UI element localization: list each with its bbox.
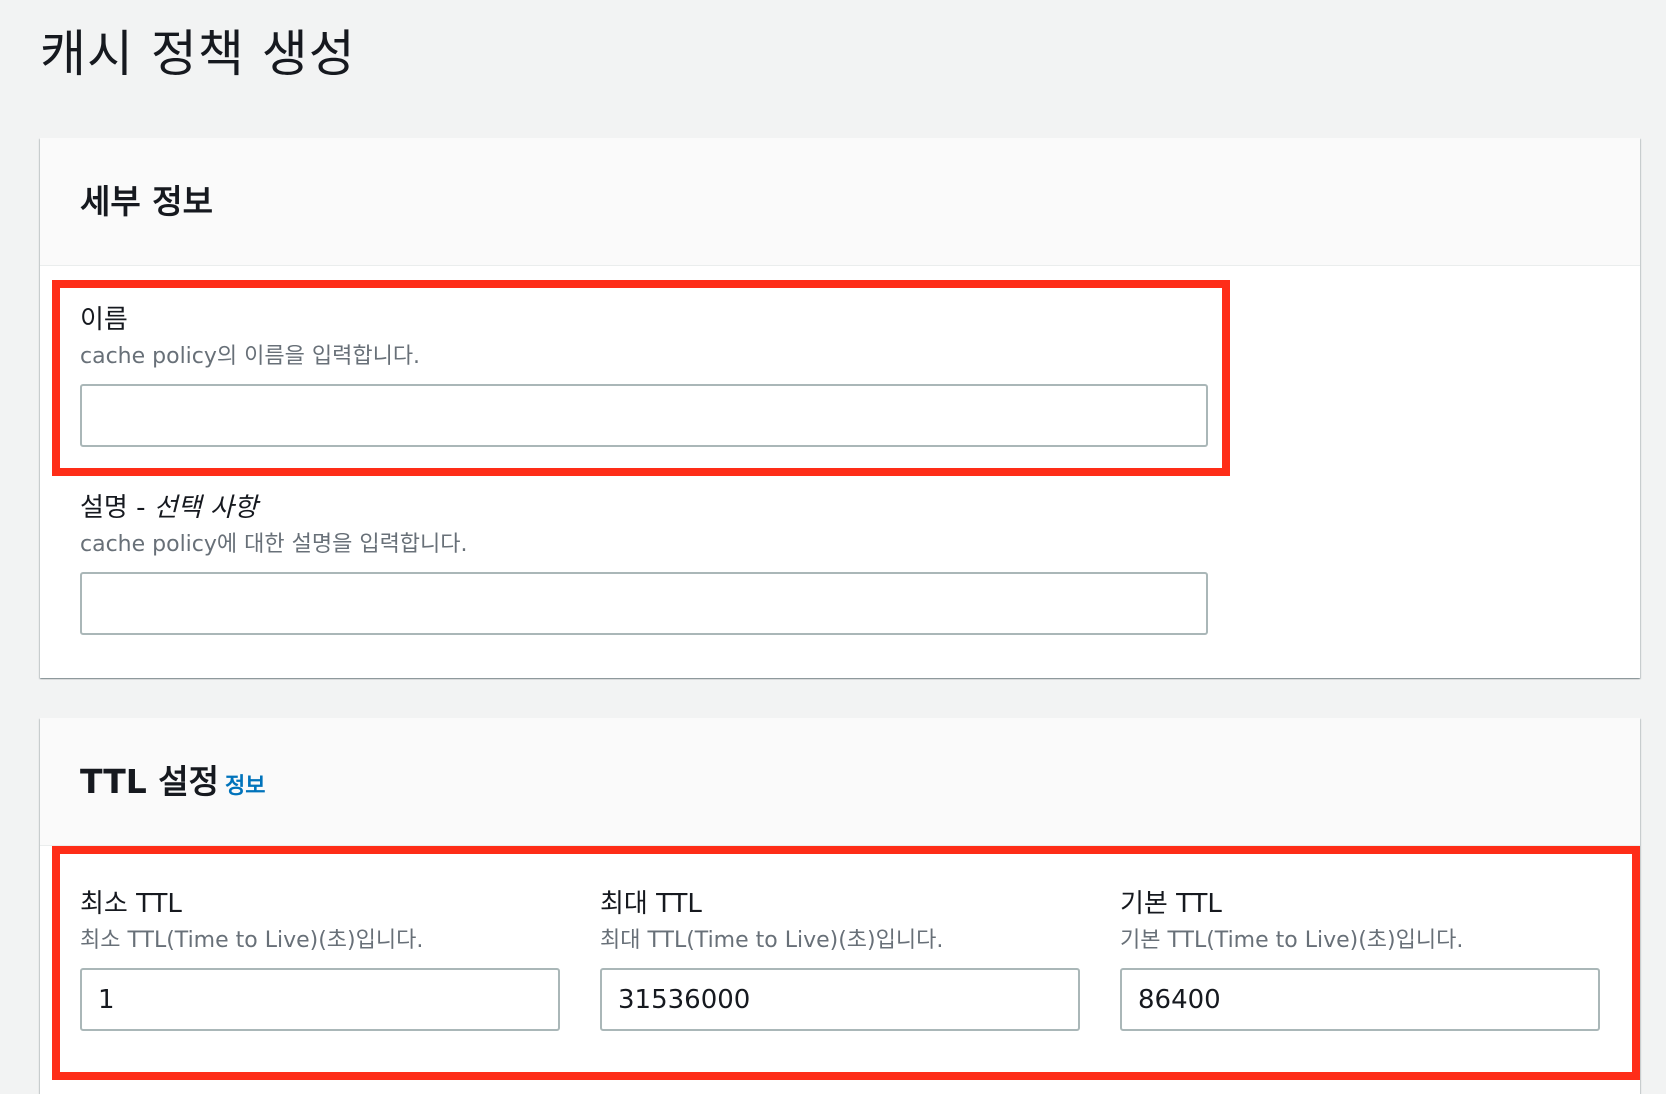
description-field: 설명 - 선택 사항 cache policy에 대한 설명을 입력합니다. xyxy=(80,490,1208,635)
name-label: 이름 xyxy=(80,305,128,335)
details-panel-header: 세부 정보 xyxy=(40,138,1640,266)
details-panel: 세부 정보 이름 cache policy의 이름을 입력합니다. 설명 - 선… xyxy=(40,138,1640,678)
description-input[interactable] xyxy=(80,572,1208,635)
ttl-info-link[interactable]: 정보 xyxy=(225,774,265,799)
ttl-panel-title: TTL 설정 정보 xyxy=(80,758,266,811)
default-ttl-description: 기본 TTL(Time to Live)(초)입니다. xyxy=(1120,928,1464,953)
ttl-panel-title-text: TTL 설정 xyxy=(80,762,220,801)
default-ttl-label: 기본 TTL xyxy=(1120,889,1222,919)
description-description: cache policy에 대한 설명을 입력합니다. xyxy=(80,532,468,557)
name-field: 이름 cache policy의 이름을 입력합니다. xyxy=(80,302,1208,447)
min-ttl-field: 최소 TTL 최소 TTL(Time to Live)(초)입니다. xyxy=(80,886,560,1031)
min-ttl-description: 최소 TTL(Time to Live)(초)입니다. xyxy=(80,928,424,953)
ttl-panel-header: TTL 설정 정보 xyxy=(40,718,1640,846)
default-ttl-input[interactable] xyxy=(1120,968,1600,1031)
max-ttl-field: 최대 TTL 최대 TTL(Time to Live)(초)입니다. xyxy=(600,886,1080,1031)
details-panel-title: 세부 정보 xyxy=(80,182,213,221)
description-label-text: 설명 - xyxy=(80,493,154,523)
name-description: cache policy의 이름을 입력합니다. xyxy=(80,344,421,369)
name-input[interactable] xyxy=(80,384,1208,447)
optional-tag: 선택 사항 xyxy=(153,493,258,523)
max-ttl-description: 최대 TTL(Time to Live)(초)입니다. xyxy=(600,928,944,953)
min-ttl-label: 최소 TTL xyxy=(80,889,182,919)
max-ttl-label: 최대 TTL xyxy=(600,889,702,919)
create-cache-policy-page: 캐시 정책 생성 세부 정보 이름 cache policy의 이름을 입력합니… xyxy=(0,0,1666,1094)
max-ttl-input[interactable] xyxy=(600,968,1080,1031)
page-title: 캐시 정책 생성 xyxy=(40,25,356,83)
min-ttl-input[interactable] xyxy=(80,968,560,1031)
ttl-settings-panel: TTL 설정 정보 최소 TTL 최소 TTL(Time to Live)(초)입… xyxy=(40,718,1640,1094)
default-ttl-field: 기본 TTL 기본 TTL(Time to Live)(초)입니다. xyxy=(1120,886,1600,1031)
description-label: 설명 - 선택 사항 xyxy=(80,490,1208,526)
